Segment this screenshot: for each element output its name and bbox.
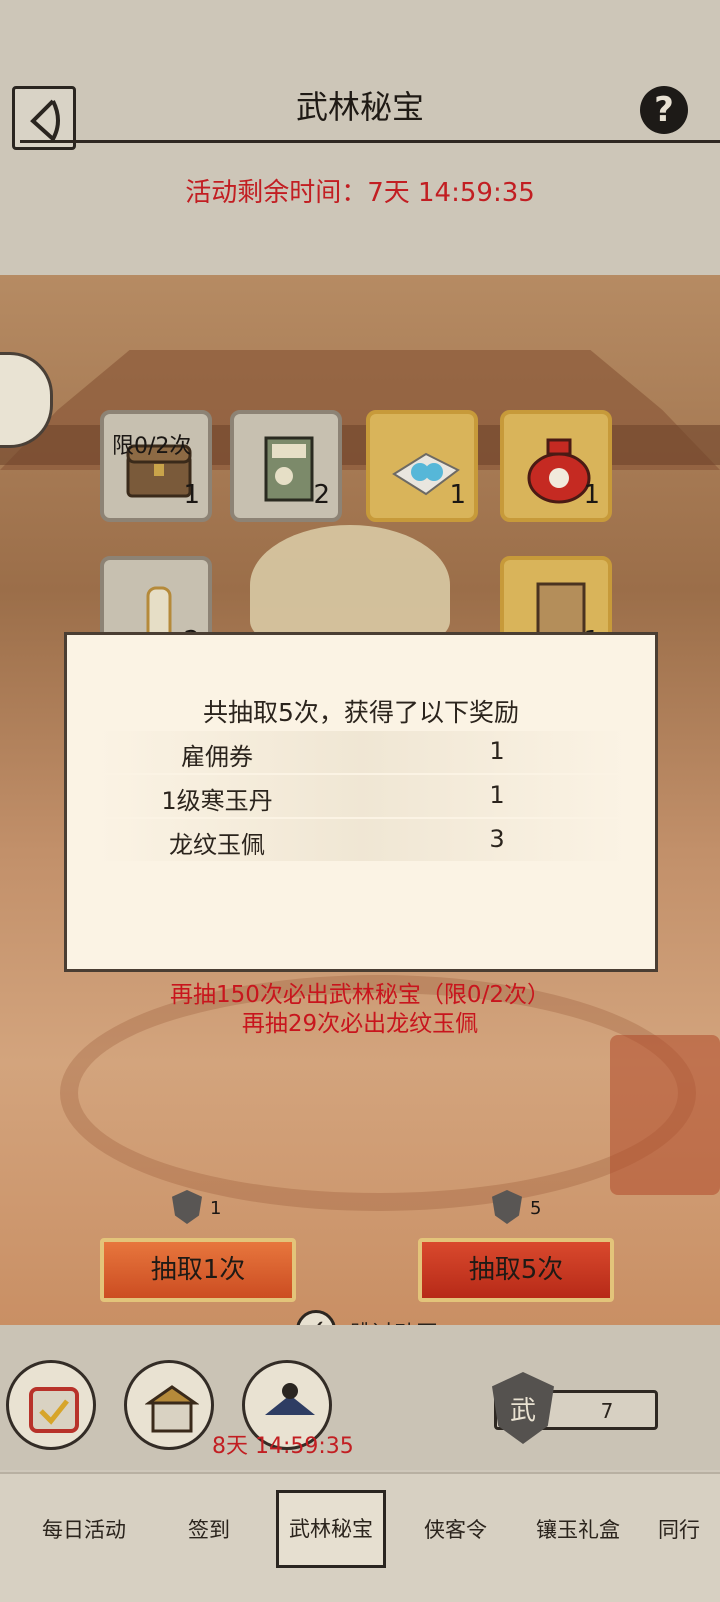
draw-cost: 1 [172,1190,232,1230]
top-bar: 武林秘宝 ? 活动剩余时间：7天 14:59:35 [0,0,720,275]
tab-jade-giftbox[interactable]: 镶玉礼盒 [536,1514,620,1544]
draw-once-button[interactable]: 抽取1次 [100,1238,296,1302]
reward-qty: 3 [489,825,505,853]
reward-cell[interactable]: 限0/2次 1 [100,410,212,522]
page-title: 武林秘宝 [295,88,424,126]
event-countdown: 活动剩余时间：7天 14:59:35 [185,178,535,208]
bottom-tabs: 每日活动 签到 武林秘宝 侠客令 镶玉礼盒 同行 [0,1472,720,1602]
reward-name: 1级寒玉丹 [161,787,273,815]
tab-wulin-treasure[interactable]: 武林秘宝 [276,1490,386,1568]
tab-hero-token[interactable]: 侠客令 [424,1514,487,1544]
wu-token-icon [172,1190,202,1224]
shortcut-timer: 8天 14:59:35 [212,1434,354,1459]
wu-token-icon [492,1190,522,1224]
reward-row: 龙纹玉佩 3 [97,819,627,861]
side-pillar [610,1035,720,1195]
cost-value: 5 [530,1198,542,1219]
reward-row: 雇佣券 1 [97,731,627,773]
reward-row: 1级寒玉丹 1 [97,775,627,817]
draw-cost: 5 [492,1190,552,1230]
reward-qty: 1 [489,737,505,765]
help-button[interactable]: ? [640,86,688,134]
draw-limit: 限0/2次 [112,434,192,459]
panda-mascot [250,525,450,645]
divider [20,140,720,143]
tab-checkin[interactable]: 签到 [188,1514,230,1544]
pity-hint-pendant: 再抽29次必出龙纹玉佩 [241,1011,479,1037]
dialog-title: 共抽取5次，获得了以下奖励 [203,698,519,727]
currency-value: 7 [600,1399,614,1423]
tab-companion[interactable]: 同行 [658,1514,700,1544]
reward-count: 2 [313,480,330,510]
shop-icon [145,1385,199,1433]
reward-count: 1 [583,480,600,510]
calendar-icon [29,1387,79,1433]
reward-qty: 1 [489,781,505,809]
reward-count: 1 [183,480,200,510]
reward-cell[interactable]: 1 [366,410,478,522]
currency-symbol: 武 [509,1396,536,1426]
shop-button[interactable] [124,1360,214,1450]
reward-count: 1 [449,480,466,510]
reward-dialog[interactable]: 共抽取5次，获得了以下奖励 雇佣券 1 1级寒玉丹 1 龙纹玉佩 3 [64,632,658,972]
calendar-button[interactable] [6,1360,96,1450]
reward-name: 龙纹玉佩 [169,831,265,859]
reward-cell[interactable]: 1 [500,410,612,522]
draw-five-button[interactable]: 抽取5次 [418,1238,614,1302]
tab-daily-activity[interactable]: 每日活动 [42,1514,126,1544]
cost-value: 1 [210,1198,222,1219]
hero-icon [265,1383,315,1415]
reward-cell[interactable]: 2 [230,410,342,522]
reward-name: 雇佣券 [181,743,253,771]
